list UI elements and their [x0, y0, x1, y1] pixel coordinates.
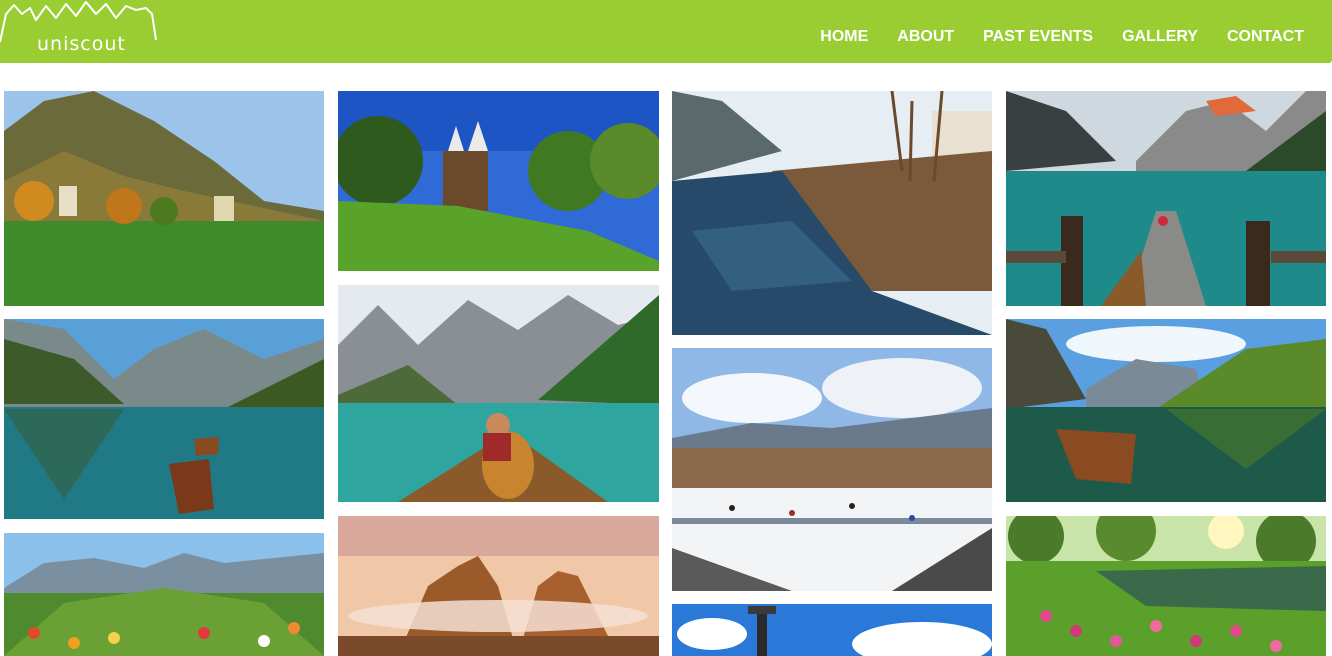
gallery-photo-dolomite-peaks[interactable]: [338, 516, 659, 656]
nav-home[interactable]: HOME: [820, 28, 868, 46]
gallery-photo-street-lamp[interactable]: [672, 604, 992, 656]
dog-boat-lake-image: [338, 285, 659, 502]
gallery-photo-green-lake-boat[interactable]: [1006, 319, 1326, 502]
nav-gallery[interactable]: GALLERY: [1122, 28, 1198, 46]
nav-about[interactable]: ABOUT: [897, 28, 954, 46]
street-lamp-image: [672, 604, 992, 656]
gallery-photo-ice-rink[interactable]: [672, 348, 992, 591]
flower-garden-image: [4, 533, 324, 656]
green-lake-boat-image: [1006, 319, 1326, 502]
gallery-photo-valley-meadow[interactable]: [4, 91, 324, 306]
logo-text: uniscout: [37, 33, 126, 55]
river-town-image: [672, 91, 992, 335]
lake-dock-image: [1006, 91, 1326, 306]
ice-rink-image: [672, 348, 992, 591]
gallery-photo-river-town[interactable]: [672, 91, 992, 335]
uniscout-logo[interactable]: uniscout: [0, 0, 160, 58]
gallery-photo-lake-dock[interactable]: [1006, 91, 1326, 306]
gallery-photo-castle-hill[interactable]: [338, 91, 659, 271]
nav-contact[interactable]: CONTACT: [1227, 28, 1304, 46]
gallery-photo-flower-garden[interactable]: [4, 533, 324, 656]
castle-hill-image: [338, 91, 659, 271]
dolomite-peaks-image: [338, 516, 659, 656]
site-header: uniscout HOME ABOUT PAST EVENTS GALLERY …: [0, 0, 1332, 63]
gallery-photo-tulip-pond[interactable]: [1006, 516, 1326, 656]
main-nav: HOME ABOUT PAST EVENTS GALLERY CONTACT: [820, 28, 1304, 46]
tulip-pond-image: [1006, 516, 1326, 656]
gallery-photo-lake-rowboats[interactable]: [4, 319, 324, 519]
nav-past-events[interactable]: PAST EVENTS: [983, 28, 1093, 46]
gallery-photo-dog-boat[interactable]: [338, 285, 659, 502]
valley-meadow-image: [4, 91, 324, 306]
lake-reflection-image: [4, 319, 324, 519]
